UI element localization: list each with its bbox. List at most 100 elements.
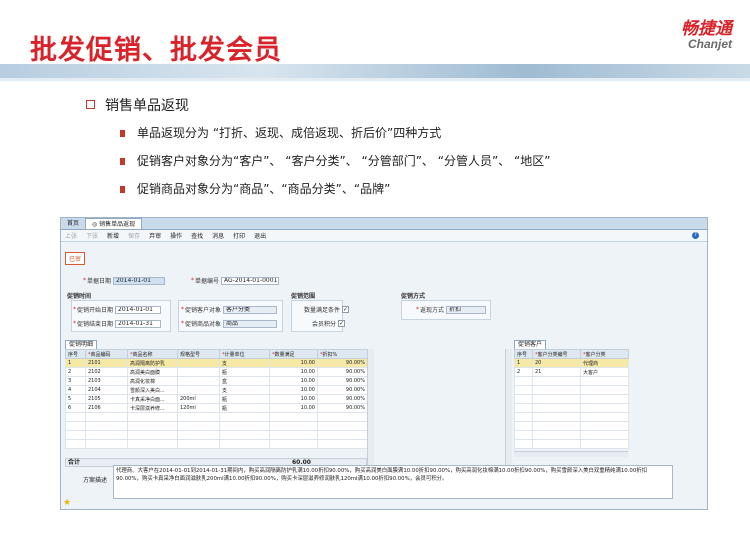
tab-sales-cashback[interactable]: ◎ 销售单品返现	[85, 218, 143, 229]
table-row-empty[interactable]	[514, 421, 629, 431]
cell: 90.00%	[317, 376, 368, 386]
detail-table: 序号 *商品编码 *商品名称 规格型号 *计量单位 *数量满足 *折扣% 1 21…	[65, 349, 368, 449]
cell: 支	[219, 358, 270, 368]
table-row-empty[interactable]	[514, 394, 629, 404]
doc-no-input[interactable]: AG-2014-01-0001	[221, 276, 280, 285]
unaudit-button[interactable]: 弃审	[149, 231, 161, 240]
table-row[interactable]: 5 2105 卡真采净白面... 200ml 瓶 10.00 90.00%	[65, 394, 368, 404]
cell: 2103	[85, 376, 128, 386]
table-row[interactable]: 2 21 大客户	[514, 367, 629, 377]
col-header[interactable]: 序号	[514, 349, 533, 359]
col-header[interactable]: *商品名称	[127, 349, 178, 359]
star-icon[interactable]: ★	[63, 498, 71, 508]
member-points-checkbox[interactable]: ✓	[338, 320, 346, 327]
doc-date-input[interactable]: 2014-01-01	[113, 276, 166, 285]
save-button[interactable]: 保存	[128, 231, 140, 240]
col-header[interactable]: *客户分类	[580, 349, 629, 359]
qty-cond-field: 数量满足条件 ✓	[304, 305, 350, 314]
member-points-label: 会员积分	[312, 321, 337, 328]
table-row-empty[interactable]	[65, 421, 368, 431]
cell	[177, 358, 220, 368]
cell: 盒	[219, 376, 270, 386]
cell: 瓶	[219, 394, 270, 404]
start-date-label: 促销开始日期	[77, 307, 114, 314]
end-date-input[interactable]: 2014-01-31	[115, 319, 162, 328]
method-select[interactable]: 折扣	[446, 305, 487, 314]
table-row-empty[interactable]	[65, 412, 368, 422]
col-header[interactable]: 规格型号	[177, 349, 220, 359]
cust-obj-field: * 促销客户对象 客户分类	[181, 305, 278, 314]
cell: 10.00	[269, 358, 318, 368]
customer-h-scrollbar[interactable]	[514, 451, 628, 457]
end-date-label: 促销结束日期	[77, 321, 114, 328]
col-header[interactable]: *客户分类编号	[532, 349, 581, 359]
cell: 支	[219, 385, 270, 395]
cell: 6	[65, 403, 86, 413]
table-row[interactable]: 1 2101 高润隔离防护乳 支 10.00 90.00%	[65, 358, 368, 368]
message-button[interactable]: 消息	[212, 231, 224, 240]
desc-textarea[interactable]: 代理商、大客户在2014-01-01到2014-01-31期间内，购买高润隔离防…	[113, 465, 673, 499]
section-method: 促销方式	[401, 293, 426, 300]
header-band	[0, 64, 750, 78]
brand-logo: 畅捷通 Chanjet	[681, 14, 732, 51]
col-header[interactable]: *计量单位	[219, 349, 270, 359]
table-row-empty[interactable]	[514, 376, 629, 386]
required-mark: *	[73, 320, 76, 327]
exit-button[interactable]: 退出	[254, 231, 266, 240]
table-row[interactable]: 4 2104 雪颜深入美白... 支 10.00 90.00%	[65, 385, 368, 395]
tab-detail[interactable]: 促销明细	[65, 340, 98, 349]
qty-cond-checkbox[interactable]: ✓	[342, 306, 350, 313]
detail-scrollbar[interactable]	[367, 349, 374, 467]
table-row-empty[interactable]	[514, 430, 629, 440]
table-row-empty[interactable]	[514, 412, 629, 422]
table-header-row: 序号 *客户分类编号 *客户分类	[514, 349, 629, 359]
print-button[interactable]: 打印	[233, 231, 245, 240]
table-row-empty[interactable]	[65, 439, 368, 449]
col-header[interactable]: *折扣%	[317, 349, 368, 359]
cell: 3	[65, 376, 86, 386]
table-row[interactable]: 1 20 代理商	[514, 358, 629, 368]
cell	[177, 367, 220, 377]
tab-home[interactable]: 首页	[61, 218, 85, 229]
cell: 雪颜深入美白...	[127, 385, 178, 395]
cell: 20	[532, 358, 581, 368]
desc-label: 方案描述	[83, 477, 108, 484]
col-header[interactable]: *数量满足	[269, 349, 318, 359]
main-bullet: 销售单品返现	[86, 95, 189, 115]
tab-label: 销售单品返现	[99, 221, 136, 228]
required-mark: *	[83, 277, 86, 284]
tab-customer[interactable]: 促销客户	[514, 340, 547, 349]
table-row[interactable]: 6 2106 卡深层滋养修... 120ml 瓶 10.00 90.00%	[65, 403, 368, 413]
cell: 2104	[85, 385, 128, 395]
table-row-empty[interactable]	[65, 430, 368, 440]
cust-obj-select[interactable]: 客户分类	[223, 305, 278, 314]
table-row-empty[interactable]	[514, 403, 629, 413]
cell	[177, 385, 220, 395]
col-header[interactable]: 序号	[65, 349, 86, 359]
find-button[interactable]: 查找	[191, 231, 203, 240]
cell: 90.00%	[317, 367, 368, 377]
status-badge: 已审	[65, 252, 86, 265]
table-row[interactable]: 3 2103 高润化妆棉 盒 10.00 90.00%	[65, 376, 368, 386]
cell: 2101	[85, 358, 128, 368]
start-date-input[interactable]: 2014-01-01	[115, 305, 162, 314]
col-header[interactable]: *商品编码	[85, 349, 128, 359]
col-header-text: 客户分类编号	[537, 351, 568, 358]
required-mark: *	[191, 277, 194, 284]
prev-button[interactable]: 上张	[65, 231, 77, 240]
new-button[interactable]: 新增	[107, 231, 119, 240]
goods-obj-select[interactable]: 商品	[223, 319, 278, 328]
customer-scrollbar-left[interactable]	[505, 349, 512, 467]
operation-menu[interactable]: 操作	[170, 231, 182, 240]
tab-bar: 首页 ◎ 销售单品返现	[61, 218, 707, 230]
cell: 高润化妆棉	[127, 376, 178, 386]
table-row-empty[interactable]	[514, 439, 629, 449]
table-row-empty[interactable]	[514, 385, 629, 395]
qty-cond-label: 数量满足条件	[304, 307, 341, 314]
cell: 大客户	[580, 367, 629, 377]
next-button[interactable]: 下张	[86, 231, 98, 240]
end-date-field: * 促销结束日期 2014-01-31	[73, 319, 162, 328]
help-icon[interactable]: ?	[692, 232, 699, 239]
table-row[interactable]: 2 2102 高润美白面膜 瓶 10.00 90.00%	[65, 367, 368, 377]
cell: 4	[65, 385, 86, 395]
